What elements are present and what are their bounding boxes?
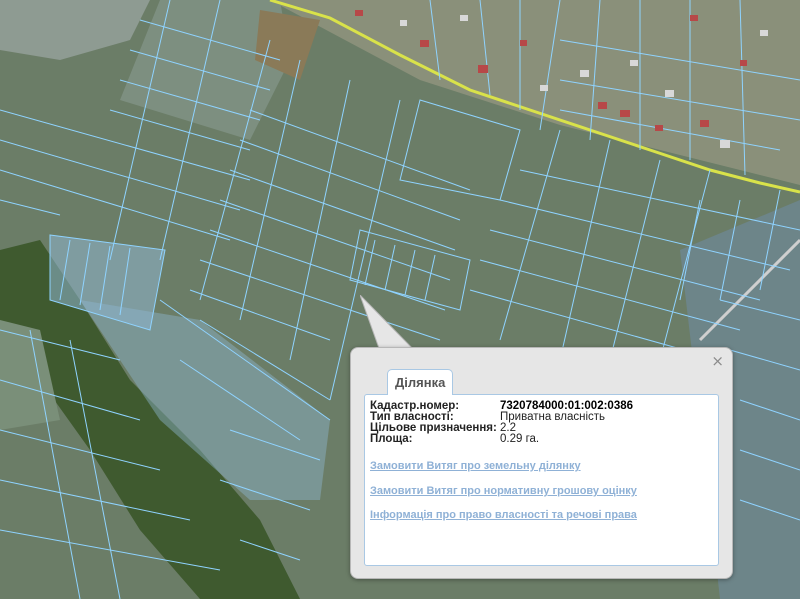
field-label: Площа: xyxy=(370,433,413,445)
parcel-info-panel: Кадастр.номер: 7320784000:01:002:0386 Тип… xyxy=(364,394,719,566)
popup-pointer xyxy=(360,295,416,351)
order-valuation-extract-link[interactable]: Замовити Витяг про нормативну грошову оц… xyxy=(370,485,637,497)
area-value: 0.29 га. xyxy=(500,433,540,445)
tab-parcel[interactable]: Ділянка xyxy=(387,369,454,395)
area-row: Площа: 0.29 га. xyxy=(370,433,540,445)
close-icon[interactable]: × xyxy=(711,354,724,369)
parcel-info-popup: × Ділянка Кадастр.номер: 7320784000:01:00… xyxy=(350,347,733,579)
order-parcel-extract-link[interactable]: Замовити Витяг про земельну ділянку xyxy=(370,460,581,472)
ownership-info-link[interactable]: Інформація про право власності та речові… xyxy=(370,509,637,521)
